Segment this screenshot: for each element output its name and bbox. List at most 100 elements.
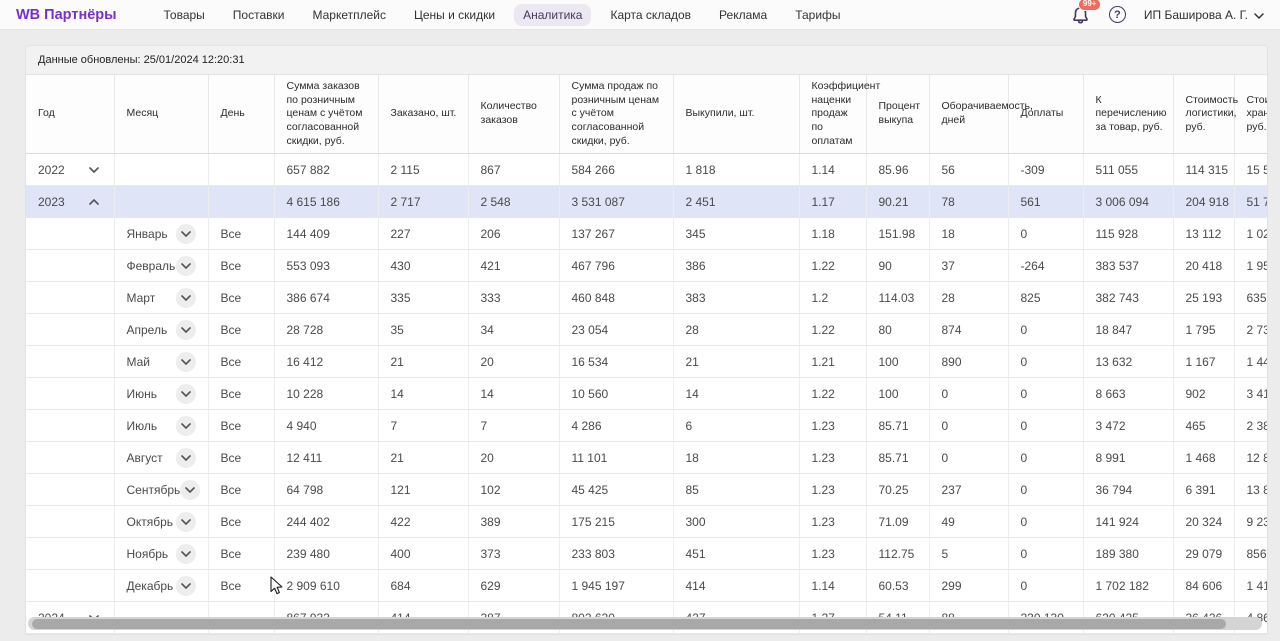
value-cell-0: 553 093	[274, 250, 378, 282]
value-cell-4: 1 818	[673, 154, 799, 186]
value-cell-0: 386 674	[274, 282, 378, 314]
value-cell-11: 3 41	[1234, 378, 1267, 410]
user-menu[interactable]: ИП Баширова А. Г.	[1144, 8, 1264, 22]
column-header-11: Доплаты	[1008, 75, 1083, 154]
value-cell-5: 1.23	[799, 538, 866, 570]
value-cell-5: 1.22	[799, 250, 866, 282]
value-cell-3: 584 266	[559, 154, 673, 186]
chevron-up-icon[interactable]	[86, 196, 102, 208]
month-label: Апрель	[127, 323, 168, 337]
column-header-8: Коэффициент наценки продаж по оплатам	[799, 75, 866, 154]
value-cell-5: 1.18	[799, 218, 866, 250]
year-cell	[26, 250, 114, 282]
column-header-0: Год	[26, 75, 114, 154]
value-cell-6: 114.03	[866, 282, 929, 314]
chevron-down-icon[interactable]	[176, 288, 196, 308]
value-cell-11: 856	[1234, 538, 1267, 570]
month-cell: Август	[114, 442, 208, 474]
value-cell-5: 1.23	[799, 442, 866, 474]
month-row-7: ИюньВсе10 228141410 560141.22100008 6639…	[26, 378, 1267, 410]
value-cell-10: 20 324	[1173, 506, 1234, 538]
chevron-down-icon[interactable]	[176, 576, 196, 596]
chevron-down-icon[interactable]	[176, 448, 196, 468]
value-cell-10: 20 418	[1173, 250, 1234, 282]
notifications-button[interactable]: 99+	[1071, 5, 1091, 25]
value-cell-11: 635	[1234, 282, 1267, 314]
year-cell	[26, 506, 114, 538]
nav-item-warehouse-map[interactable]: Карта складов	[601, 4, 700, 26]
chevron-down-icon[interactable]	[176, 352, 196, 372]
chevron-down-icon[interactable]	[86, 164, 102, 176]
chevron-down-icon[interactable]	[180, 480, 200, 500]
value-cell-10: 1 468	[1173, 442, 1234, 474]
value-cell-3: 16 534	[559, 346, 673, 378]
value-cell-4: 85	[673, 474, 799, 506]
brand-logo[interactable]: WB Партнёры	[16, 7, 117, 23]
value-cell-2: 206	[468, 218, 559, 250]
value-cell-6: 85.71	[866, 442, 929, 474]
chevron-down-icon[interactable]	[176, 544, 196, 564]
chevron-down-icon[interactable]	[176, 224, 196, 244]
value-cell-9: 382 743	[1083, 282, 1173, 314]
value-cell-9: 1 702 182	[1083, 570, 1173, 602]
value-cell-9: 141 924	[1083, 506, 1173, 538]
chevron-down-icon[interactable]	[176, 512, 196, 532]
value-cell-9: 8 991	[1083, 442, 1173, 474]
month-label: Июнь	[127, 387, 158, 401]
nav-item-tariffs[interactable]: Тарифы	[786, 4, 849, 26]
day-cell: Все	[208, 314, 274, 346]
month-row-8: ИюльВсе4 940774 28661.2385.71003 4724652…	[26, 410, 1267, 442]
month-cell: Декабрь	[114, 570, 208, 602]
value-cell-4: 383	[673, 282, 799, 314]
value-cell-8: 0	[1008, 506, 1083, 538]
value-cell-2: 629	[468, 570, 559, 602]
year-cell	[26, 314, 114, 346]
nav-item-supplies[interactable]: Поставки	[224, 4, 294, 26]
nav-item-analytics[interactable]: Аналитика	[514, 4, 591, 26]
value-cell-10: 902	[1173, 378, 1234, 410]
value-cell-2: 102	[468, 474, 559, 506]
nav-item-ads[interactable]: Реклама	[710, 4, 776, 26]
value-cell-1: 121	[378, 474, 468, 506]
notifications-badge: 99+	[1078, 0, 1102, 11]
value-cell-7: 18	[929, 218, 1008, 250]
value-cell-9: 115 928	[1083, 218, 1173, 250]
month-label: Август	[127, 451, 163, 465]
value-cell-8: 0	[1008, 474, 1083, 506]
day-cell: Все	[208, 506, 274, 538]
value-cell-10: 13 112	[1173, 218, 1234, 250]
horizontal-scrollbar-thumb[interactable]	[32, 619, 1226, 629]
month-cell: Октябрь	[114, 506, 208, 538]
chevron-down-icon[interactable]	[176, 384, 196, 404]
value-cell-6: 90.21	[866, 186, 929, 218]
value-cell-1: 21	[378, 442, 468, 474]
value-cell-9: 18 847	[1083, 314, 1173, 346]
month-label: Октябрь	[127, 515, 174, 529]
month-row-12: НоябрьВсе239 480400373233 8034511.23112.…	[26, 538, 1267, 570]
chevron-down-icon[interactable]	[176, 320, 196, 340]
month-label: Февраль	[127, 259, 176, 273]
value-cell-6: 85.96	[866, 154, 929, 186]
value-cell-1: 21	[378, 346, 468, 378]
value-cell-0: 4 615 186	[274, 186, 378, 218]
month-row-3: ФевральВсе553 093430421467 7963861.22903…	[26, 250, 1267, 282]
value-cell-5: 1.14	[799, 570, 866, 602]
chevron-down-icon[interactable]	[176, 416, 196, 436]
value-cell-11: 12 8	[1234, 442, 1267, 474]
value-cell-9: 3 472	[1083, 410, 1173, 442]
year-cell	[26, 218, 114, 250]
help-button[interactable]: ?	[1109, 6, 1126, 23]
value-cell-0: 28 728	[274, 314, 378, 346]
horizontal-scrollbar[interactable]	[28, 617, 1262, 630]
value-cell-7: 49	[929, 506, 1008, 538]
value-cell-7: 0	[929, 378, 1008, 410]
nav-item-marketplace[interactable]: Маркетплейс	[303, 4, 395, 26]
nav-item-prices[interactable]: Цены и скидки	[405, 4, 504, 26]
chevron-down-icon[interactable]	[176, 256, 196, 276]
value-cell-1: 335	[378, 282, 468, 314]
nav-item-goods[interactable]: Товары	[155, 4, 214, 26]
value-cell-7: 37	[929, 250, 1008, 282]
month-cell: Апрель	[114, 314, 208, 346]
value-cell-7: 890	[929, 346, 1008, 378]
value-cell-1: 684	[378, 570, 468, 602]
